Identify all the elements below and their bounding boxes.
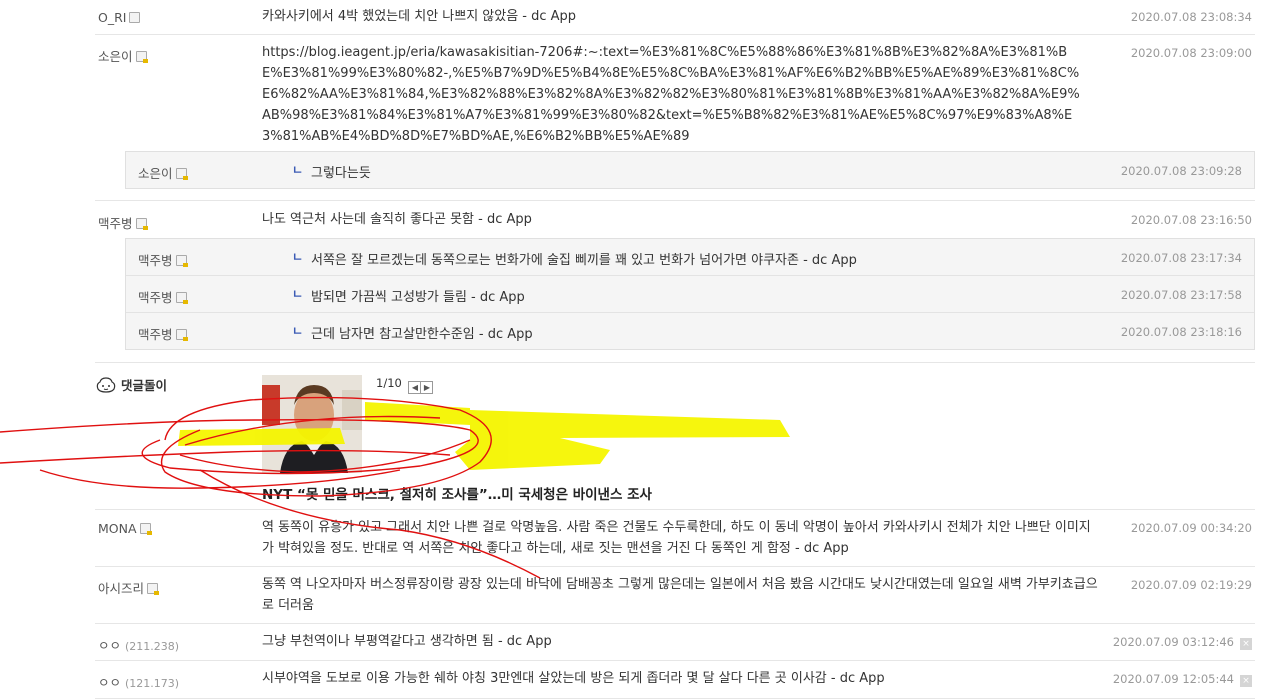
reply-box: 맥주병 ㄴ 서쪽은 잘 모르겠는데 동쪽으로는 번화가에 술집 삐끼를 꽤 있고… [125,238,1255,350]
comment-author[interactable]: ㅇㅇ [98,675,121,690]
comment-author[interactable]: 아시즈리 [98,581,144,596]
reply-row: 맥주병 ㄴ 서쪽은 잘 모르겠는데 동쪽으로는 번화가에 술집 삐끼를 꽤 있고… [126,239,1254,276]
reply-author[interactable]: 소은이 [138,166,173,181]
comment-date: 2020.07.09 03:12:46 [1112,635,1234,649]
member-icon [147,583,160,595]
comment-date: 2020.07.09 12:05:44 [1112,672,1234,686]
comment-date: 2020.07.08 23:09:00 [1130,46,1252,60]
comment-text: 그냥 부천역이나 부평역같다고 생각하면 됨 - dc App [262,634,552,649]
reply-author[interactable]: 맥주병 [138,253,173,268]
comment-date: 2020.07.09 00:34:20 [1130,521,1252,535]
member-icon [175,255,188,267]
member-icon [175,329,188,341]
comment-author[interactable]: O_RI [98,10,126,25]
comment-ip: (211.238) [125,640,180,653]
reply-arrow-icon: ㄴ [292,250,304,264]
divider [95,362,1255,363]
comment-row: 맥주병 나도 역근처 사는데 솔직히 좋다곤 못함 - dc App 2020.… [95,201,1255,237]
reply-text: 근데 남자면 참고살만한수준임 - dc App [311,327,533,342]
reply-arrow-icon: ㄴ [292,163,304,177]
next-page-button[interactable]: ▶ [420,381,434,394]
comment-author[interactable]: MONA [98,521,137,536]
comment-date: 2020.07.08 23:16:50 [1130,213,1252,227]
reply-text: 밤되면 가끔씩 고성방가 들림 - dc App [311,290,525,305]
member-icon [139,523,152,535]
reply-date: 2020.07.08 23:18:16 [1120,325,1242,339]
comment-text: 카와사키에서 4박 했었는데 치안 나쁘지 않았음 - dc App [262,9,577,24]
comment-row: MONA 역 동쪽이 유흥가 있고 그래서 치안 나쁜 걸로 악명높음. 사람 … [95,510,1255,567]
delete-icon[interactable]: × [1240,638,1252,650]
delete-icon[interactable]: × [1240,675,1252,687]
comment-bot-area: 댓글돌이 1/10 ◀ ▶ NYT “못 믿을 머스크, 철저히 조사를”…미 국… [95,368,1255,510]
comment-bot-label: 댓글돌이 [121,378,168,393]
comment-date: 2020.07.08 23:08:34 [1130,10,1252,24]
comment-row: O_RI 카와사키에서 4박 했었는데 치안 나쁘지 않았음 - dc App … [95,0,1255,35]
news-thumbnail[interactable] [262,375,362,473]
comment-row: ㅇㅇ (121.173) 시부야역을 도보로 이용 가능한 쉐하 야칭 3만엔대… [95,661,1255,699]
member-icon [129,12,141,23]
comment-text: 나도 역근처 사는데 솔직히 좋다곤 못함 - dc App [262,212,532,227]
comment-author[interactable]: 맥주병 [98,216,133,231]
comment-text: 동쪽 역 나오자마자 버스정류장이랑 광장 있는데 바닥에 담배꽁초 그렇게 많… [262,577,1098,613]
pager-count: 1/10 [376,376,402,390]
comment-row: 아시즈리 동쪽 역 나오자마자 버스정류장이랑 광장 있는데 바닥에 담배꽁초 … [95,567,1255,624]
comment-ip: (121.173) [125,677,180,690]
reply-date: 2020.07.08 23:09:28 [1120,164,1242,178]
comment-author[interactable]: 소은이 [98,49,133,64]
reply-author[interactable]: 맥주병 [138,327,173,342]
comment-text: 시부야역을 도보로 이용 가능한 쉐하 야칭 3만엔대 살았는데 방은 되게 좁… [262,671,885,686]
reply-text: 그렇다는듯 [311,166,371,181]
member-icon [135,51,148,63]
reply-text: 서쪽은 잘 모르겠는데 동쪽으로는 번화가에 술집 삐끼를 꽤 있고 번화가 넘… [311,253,857,268]
comment-text[interactable]: https://blog.ieagent.jp/eria/kawasakisit… [262,42,1087,147]
reply-arrow-icon: ㄴ [292,324,304,338]
reply-row: 소은이 ㄴ 그렇다는듯 2020.07.08 23:09:28 [126,152,1254,189]
news-photo-icon [262,375,362,473]
comment-text: 역 동쪽이 유흥가 있고 그래서 치안 나쁜 걸로 악명높음. 사람 죽은 건물… [262,520,1091,556]
comment-row: ㅇㅇ (211.238) 그냥 부천역이나 부평역같다고 생각하면 됨 - dc… [95,624,1255,661]
member-icon [175,292,188,304]
reply-date: 2020.07.08 23:17:58 [1120,288,1242,302]
member-icon [135,218,148,230]
reply-row: 맥주병 ㄴ 밤되면 가끔씩 고성방가 들림 - dc App 2020.07.0… [126,276,1254,313]
reply-box: 소은이 ㄴ 그렇다는듯 2020.07.08 23:09:28 [125,151,1255,189]
news-headline-link[interactable]: NYT “못 믿을 머스크, 철저히 조사를”…미 국세청은 바이낸스 조사 [262,483,652,503]
comment-date: 2020.07.09 02:19:29 [1130,578,1252,592]
reply-date: 2020.07.08 23:17:34 [1120,251,1242,265]
comment-author[interactable]: ㅇㅇ [98,638,121,653]
comment-bot-face-icon [96,377,116,393]
reply-row: 맥주병 ㄴ 근데 남자면 참고살만한수준임 - dc App 2020.07.0… [126,313,1254,350]
member-icon [175,168,188,180]
reply-author[interactable]: 맥주병 [138,290,173,305]
reply-arrow-icon: ㄴ [292,287,304,301]
